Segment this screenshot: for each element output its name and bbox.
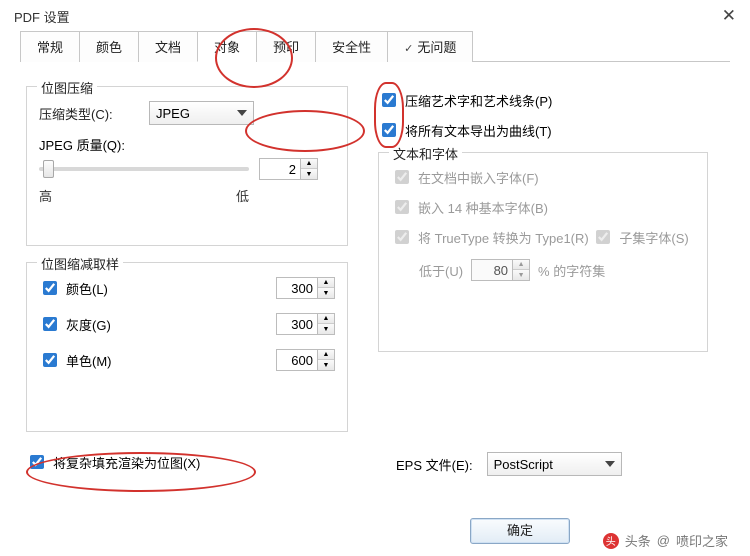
jpeg-quality-spinner[interactable]: ▲▼ bbox=[259, 158, 318, 180]
export-curves-checkbox[interactable] bbox=[382, 123, 396, 137]
embed14-label: 嵌入 14 种基本字体(B) bbox=[418, 198, 548, 217]
downsample-color-input[interactable] bbox=[276, 277, 318, 299]
quality-low-label: 低 bbox=[236, 186, 249, 205]
spin-up-icon[interactable]: ▲ bbox=[318, 278, 334, 288]
render-complex-fills-checkbox[interactable] bbox=[30, 455, 44, 469]
compression-type-select[interactable]: JPEG bbox=[149, 101, 254, 125]
export-curves-check[interactable]: 将所有文本导出为曲线(T) bbox=[378, 120, 552, 140]
footer-watermark: 头 头条 @ 喷印之家 bbox=[603, 531, 728, 550]
render-complex-fills-check[interactable]: 将复杂填充渲染为位图(X) bbox=[26, 452, 200, 472]
subset-fonts-label: 子集字体(S) bbox=[619, 228, 688, 247]
tab-prepress[interactable]: 预印 bbox=[256, 31, 316, 62]
tabstrip: 常规 颜色 文档 对象 预印 安全性 无问题 bbox=[20, 30, 730, 62]
embed14-check: 嵌入 14 种基本字体(B) bbox=[391, 197, 548, 217]
spin-up-icon[interactable]: ▲ bbox=[318, 350, 334, 360]
group-bitmap-compression: 压缩类型(C): JPEG JPEG 质量(Q): ▲▼ 高 低 bbox=[26, 86, 348, 246]
downsample-mono-spinner[interactable]: ▲▼ bbox=[276, 349, 335, 371]
tab-general[interactable]: 常规 bbox=[20, 31, 80, 62]
embed-fonts-label: 在文档中嵌入字体(F) bbox=[418, 168, 539, 187]
spin-down-icon[interactable]: ▼ bbox=[318, 288, 334, 298]
subset-below-spinner: ▲▼ bbox=[471, 259, 530, 281]
downsample-gray-input[interactable] bbox=[276, 313, 318, 335]
downsample-color-spinner[interactable]: ▲▼ bbox=[276, 277, 335, 299]
eps-file-select[interactable]: PostScript bbox=[487, 452, 622, 476]
downsample-gray-checkbox[interactable] bbox=[43, 317, 57, 331]
embed14-checkbox bbox=[395, 200, 409, 214]
jpeg-quality-input[interactable] bbox=[259, 158, 301, 180]
compress-art-checkbox[interactable] bbox=[382, 93, 396, 107]
export-curves-label: 将所有文本导出为曲线(T) bbox=[405, 121, 552, 140]
tab-color[interactable]: 颜色 bbox=[79, 31, 139, 62]
chevron-down-icon bbox=[605, 461, 615, 467]
ok-button[interactable]: 确定 bbox=[470, 518, 570, 544]
subset-below-label: 低于(U) bbox=[419, 261, 463, 280]
spin-up-icon[interactable]: ▲ bbox=[301, 159, 317, 169]
downsample-mono-label: 单色(M) bbox=[66, 351, 112, 370]
tab-no-issues[interactable]: 无问题 bbox=[387, 31, 473, 62]
downsample-mono-input[interactable] bbox=[276, 349, 318, 371]
spin-down-icon[interactable]: ▼ bbox=[318, 324, 334, 334]
group-text-fonts: 在文档中嵌入字体(F) 嵌入 14 种基本字体(B) 将 TrueType 转换… bbox=[378, 152, 708, 352]
close-icon[interactable]: ✕ bbox=[722, 6, 736, 26]
subset-fonts-check: 子集字体(S) bbox=[592, 227, 688, 247]
compress-art-check[interactable]: 压缩艺术字和艺术线条(P) bbox=[378, 90, 552, 110]
compression-type-value: JPEG bbox=[156, 106, 190, 121]
compression-type-label: 压缩类型(C): bbox=[39, 104, 149, 123]
embed-fonts-check: 在文档中嵌入字体(F) bbox=[391, 167, 539, 187]
downsample-mono-check[interactable]: 单色(M) bbox=[39, 350, 112, 370]
chevron-down-icon bbox=[237, 110, 247, 116]
footer-brand: 头条 bbox=[625, 531, 651, 550]
tt-to-t1-checkbox bbox=[395, 230, 409, 244]
tab-object[interactable]: 对象 bbox=[197, 31, 257, 62]
eps-file-label: EPS 文件(E): bbox=[396, 455, 473, 474]
subset-suffix-label: % 的字符集 bbox=[538, 261, 605, 280]
subset-below-input bbox=[471, 259, 513, 281]
embed-fonts-checkbox bbox=[395, 170, 409, 184]
eps-file-value: PostScript bbox=[494, 457, 553, 472]
tab-security[interactable]: 安全性 bbox=[315, 31, 388, 62]
spin-up-icon[interactable]: ▲ bbox=[318, 314, 334, 324]
subset-fonts-checkbox bbox=[596, 230, 610, 244]
spin-down-icon: ▼ bbox=[513, 270, 529, 280]
downsample-color-checkbox[interactable] bbox=[43, 281, 57, 295]
downsample-gray-check[interactable]: 灰度(G) bbox=[39, 314, 111, 334]
window-title: PDF 设置 bbox=[14, 7, 70, 26]
group-downsampling: 颜色(L) ▲▼ 灰度(G) ▲▼ 单色(M) ▲▼ bbox=[26, 262, 348, 432]
quality-high-label: 高 bbox=[39, 186, 52, 205]
jpeg-quality-slider[interactable] bbox=[39, 167, 249, 171]
brand-logo-icon: 头 bbox=[603, 533, 619, 549]
render-complex-fills-label: 将复杂填充渲染为位图(X) bbox=[53, 453, 200, 472]
spin-up-icon: ▲ bbox=[513, 260, 529, 270]
spin-down-icon[interactable]: ▼ bbox=[301, 169, 317, 179]
downsample-mono-checkbox[interactable] bbox=[43, 353, 57, 367]
downsample-color-label: 颜色(L) bbox=[66, 279, 108, 298]
jpeg-quality-label: JPEG 质量(Q): bbox=[39, 138, 125, 153]
tt-to-t1-check: 将 TrueType 转换为 Type1(R) bbox=[391, 227, 589, 247]
downsample-color-check[interactable]: 颜色(L) bbox=[39, 278, 108, 298]
footer-link: 喷印之家 bbox=[676, 531, 728, 550]
downsample-gray-spinner[interactable]: ▲▼ bbox=[276, 313, 335, 335]
spin-down-icon[interactable]: ▼ bbox=[318, 360, 334, 370]
slider-thumb[interactable] bbox=[43, 160, 54, 178]
tab-document[interactable]: 文档 bbox=[138, 31, 198, 62]
downsample-gray-label: 灰度(G) bbox=[66, 315, 111, 334]
compress-art-label: 压缩艺术字和艺术线条(P) bbox=[405, 91, 552, 110]
tt-to-t1-label: 将 TrueType 转换为 Type1(R) bbox=[418, 228, 589, 247]
